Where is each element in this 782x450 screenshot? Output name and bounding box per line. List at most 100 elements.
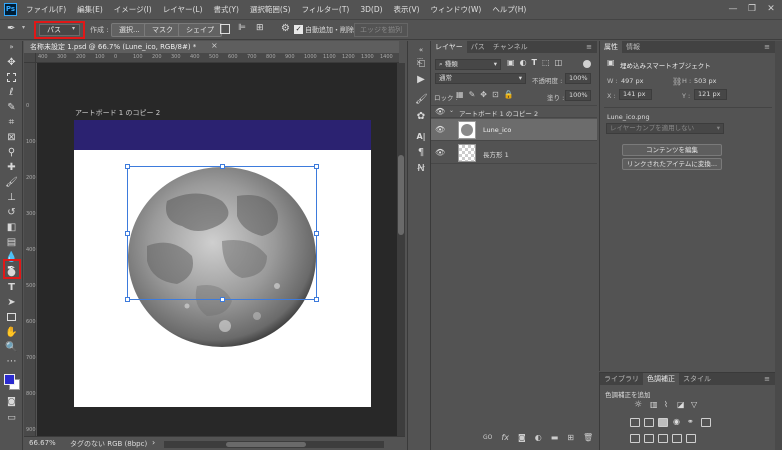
path-operations-icon[interactable] [220,24,230,34]
transform-bounding-box[interactable] [127,166,317,300]
layer-group-row[interactable]: 👁 ⌄ アートボード 1 のコピー 2 [431,105,597,118]
vertical-scrollbar[interactable] [397,63,405,436]
tab-channels[interactable]: チャンネル [489,41,532,53]
blend-mode-select[interactable]: 通常 ▾ [435,73,526,84]
panel-menu-icon[interactable]: ≡ [764,43,775,51]
hand-tool-icon[interactable]: ✋ [4,325,19,340]
screen-mode-icon[interactable]: ▭ [4,411,19,426]
threshold-icon[interactable] [658,434,668,443]
tab-libraries[interactable]: ライブラリ [600,373,643,385]
x-input[interactable]: 141 px [619,89,652,100]
menu-edit[interactable]: 編集(E) [77,0,103,19]
shape-button[interactable]: シェイプ [178,23,222,37]
width-value[interactable]: 497 px [621,77,643,85]
menu-select[interactable]: 選択範囲(S) [250,0,291,19]
artboard-label[interactable]: アートボード 1 のコピー 2 [75,108,160,118]
menu-file[interactable]: ファイル(F) [26,0,66,19]
zoom-level[interactable]: 66.67% [29,439,56,447]
pen-tool-preset-icon[interactable]: ✒ [7,23,15,34]
layer-row-lune-ico[interactable]: 👁 Lune_ico [431,119,597,141]
horizontal-scroll-thumb[interactable] [226,442,306,447]
lasso-tool-icon[interactable]: ℓ [4,85,19,100]
mask-icon[interactable]: ◙ [518,433,526,442]
color-balance-icon[interactable] [644,418,654,427]
smart-object-filter-icon[interactable]: ◫ [555,58,563,67]
layer-row-rectangle[interactable]: 👁 長方形 1 [431,142,597,164]
menu-layer[interactable]: レイヤー(L) [163,0,203,19]
filter-toggle-icon[interactable] [583,60,591,68]
history-brush-tool-icon[interactable]: ↺ [4,205,19,220]
selective-color-icon[interactable] [686,434,696,443]
quick-select-tool-icon[interactable]: ✎ [4,100,19,115]
eraser-tool-icon[interactable]: ◧ [4,220,19,235]
transform-handle-top[interactable] [220,164,225,169]
layer-name[interactable]: 長方形 1 [483,149,509,159]
eyedropper-tool-icon[interactable]: ⚲ [4,145,19,160]
quick-mask-icon[interactable]: ◙ [4,395,19,410]
tab-info[interactable]: 情報 [622,41,644,53]
gradient-map-icon[interactable] [672,434,682,443]
marquee-tool-icon[interactable] [4,70,19,85]
transform-handle-top-right[interactable] [314,164,319,169]
move-tool-icon[interactable]: ✥ [4,55,19,70]
channel-mixer-icon[interactable]: ⚭ [687,417,694,426]
layer-thumbnail-shape[interactable] [458,144,476,162]
crop-tool-icon[interactable]: ⌗ [4,115,19,130]
link-icon[interactable]: GO [483,434,492,441]
select-button[interactable]: 選択... [111,23,148,37]
y-input[interactable]: 121 px [694,89,727,100]
levels-icon[interactable]: ▥ [650,400,658,409]
brush-settings-icon[interactable]: 🖌 [415,94,428,106]
character-panel-icon[interactable]: A| [415,131,427,143]
artboard-top-rectangle[interactable] [74,120,371,150]
mask-button[interactable]: マスク [144,23,181,37]
shape-filter-icon[interactable]: ⬚ [542,58,550,67]
adjustment-filter-icon[interactable]: ◐ [520,58,527,67]
panel-menu-icon[interactable]: ≡ [764,375,775,383]
black-white-icon[interactable] [658,418,668,427]
collapse-panels-icon[interactable]: « [415,44,427,56]
height-value[interactable]: 503 px [694,77,716,85]
lock-transparent-icon[interactable]: ▦ [456,90,464,99]
folder-icon[interactable]: ▬ [551,433,559,442]
minimize-button[interactable]: — [724,2,742,16]
exposure-icon[interactable]: ◪ [677,400,685,409]
clone-stamp-tool-icon[interactable]: ⊥ [4,190,19,205]
paragraph-panel-icon[interactable]: ¶ [415,147,427,159]
artboard-group-name[interactable]: アートボード 1 のコピー 2 [459,108,538,118]
transform-handle-bottom[interactable] [220,297,225,302]
healing-brush-tool-icon[interactable]: ✚ [4,160,19,175]
menu-filter[interactable]: フィルター(T) [302,0,350,19]
glyphs-panel-icon[interactable]: Ꞥ [415,163,427,175]
fill-input[interactable]: 100% [565,90,591,101]
visibility-eye-icon[interactable]: 👁 [435,125,445,134]
transform-handle-left[interactable] [125,231,130,236]
brush-tool-icon[interactable]: 🖌 [4,175,19,190]
align-edges-button[interactable]: エッジを揃列 [354,23,408,37]
zoom-tool-icon[interactable]: 🔍 [4,340,19,355]
hue-saturation-icon[interactable] [630,418,640,427]
layer-name[interactable]: Lune_ico [483,126,511,134]
curves-icon[interactable]: ⌇ [664,400,668,409]
menu-image[interactable]: イメージ(I) [114,0,152,19]
tab-properties[interactable]: 属性 [600,41,622,53]
tab-paths[interactable]: パス [467,41,489,53]
photo-filter-icon[interactable]: ◉ [673,417,680,426]
vibrance-icon[interactable]: ▽ [691,400,697,409]
rectangle-tool-icon[interactable] [4,310,19,325]
lock-image-icon[interactable]: ✎ [469,90,476,99]
pen-tool-icon[interactable]: ✒ [7,262,19,276]
lock-all-icon[interactable]: 🔒 [504,90,514,99]
adjustment-icon[interactable]: ◐ [535,433,542,442]
path-arrangement-icon[interactable]: ⊞ [256,23,264,33]
tab-adjustments[interactable]: 色調補正 [643,373,679,385]
trash-icon[interactable]: 🗑 [583,433,593,442]
edit-contents-button[interactable]: コンテンツを編集 [622,144,722,156]
menu-window[interactable]: ウィンドウ(W) [431,0,482,19]
path-alignment-icon[interactable]: ⊫ [238,23,246,33]
lock-artboard-icon[interactable]: ⊡ [492,90,499,99]
invert-icon[interactable] [630,434,640,443]
posterize-icon[interactable] [644,434,654,443]
transform-handle-top-left[interactable] [125,164,130,169]
transform-handle-bottom-left[interactable] [125,297,130,302]
